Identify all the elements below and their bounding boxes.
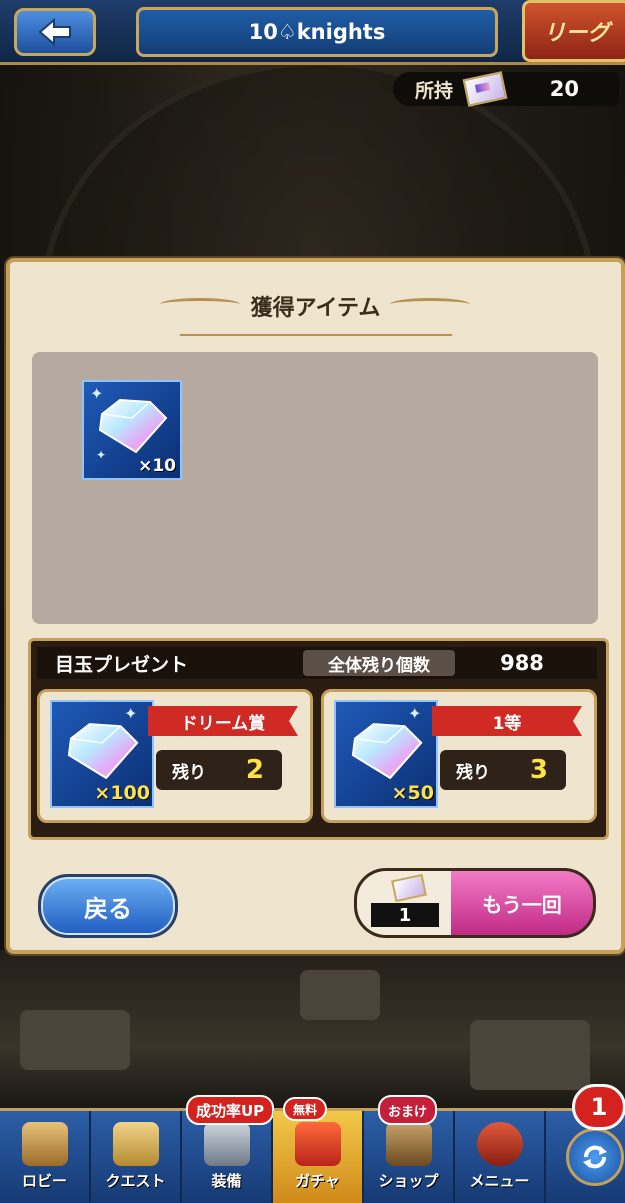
- prize-remaining: 残り 3: [440, 750, 566, 790]
- back-button[interactable]: 戻る: [38, 874, 178, 938]
- sparkle-icon: ✦: [90, 384, 104, 403]
- background-rock: [20, 1010, 130, 1070]
- prize-quantity: ×100: [94, 782, 150, 804]
- page-title: 10♤knights: [136, 7, 498, 57]
- obtained-items-area: ✦ ✦ ×10: [32, 352, 598, 624]
- shop-icon: [385, 1122, 432, 1166]
- menu-icon: [476, 1122, 523, 1166]
- item-gem-tile[interactable]: ✦ ✦ ×10: [82, 380, 182, 480]
- bonus-badge: おまけ: [378, 1095, 438, 1125]
- draw-cost-count: 1: [371, 903, 439, 927]
- gacha-icon: [294, 1122, 341, 1166]
- nav-shop[interactable]: おまけ ショップ: [364, 1095, 455, 1203]
- draw-cost: 1: [357, 871, 451, 935]
- owned-label: 所持: [415, 79, 454, 102]
- draw-again-button[interactable]: 1 もう一回: [354, 868, 596, 938]
- present-header: 目玉プレゼント 全体残り個数 988: [37, 647, 597, 679]
- refresh-button[interactable]: [566, 1128, 624, 1186]
- nav-quest[interactable]: クエスト: [91, 1111, 182, 1203]
- prize-gem-tile: ✦ ×100: [50, 700, 154, 808]
- nav-gacha[interactable]: 無料 ガチャ: [273, 1097, 364, 1203]
- nav-label: ロビー: [21, 1172, 67, 1190]
- nav-label: メニュー: [469, 1172, 530, 1190]
- back-arrow-button[interactable]: [14, 8, 96, 56]
- sparkle-icon: ✦: [408, 704, 422, 723]
- quest-icon: [112, 1122, 159, 1166]
- ticket-icon: [391, 873, 427, 903]
- prize-remaining-value: 2: [245, 755, 264, 785]
- nav-label: ショップ: [378, 1172, 439, 1190]
- prize-remaining-label: 残り: [456, 762, 490, 783]
- present-title: 目玉プレゼント: [55, 653, 189, 676]
- gem-icon: [67, 723, 139, 780]
- equipment-icon: [203, 1122, 250, 1166]
- success-rate-badge: 成功率UP: [186, 1095, 275, 1125]
- background-rock: [300, 970, 380, 1020]
- free-badge: 無料: [283, 1097, 328, 1121]
- prize-remaining-value: 3: [529, 755, 548, 785]
- item-quantity: ×10: [138, 456, 176, 476]
- total-remaining-value: 988: [500, 651, 544, 675]
- prize-remaining-label: 残り: [172, 762, 206, 783]
- prize-name: ドリーム賞: [148, 706, 298, 736]
- total-remaining-label: 全体残り個数: [303, 650, 455, 676]
- prize-card-dream: ✦ ×100 ドリーム賞 残り 2: [37, 689, 313, 823]
- prize-gem-tile: ✦ ×50: [334, 700, 438, 808]
- nav-label: クエスト: [105, 1172, 166, 1190]
- nav-label: 装備: [211, 1172, 242, 1190]
- background-rock: [470, 1020, 590, 1090]
- panel-title: 獲得アイテム: [250, 296, 381, 321]
- notification-badge: 1: [572, 1084, 625, 1130]
- nav-menu[interactable]: メニュー: [455, 1111, 546, 1203]
- prize-name: 1等: [432, 706, 582, 736]
- arrow-left-icon: [38, 18, 71, 46]
- prize-quantity: ×50: [391, 782, 434, 804]
- featured-present-section: 目玉プレゼント 全体残り個数 988 ✦ ×100 ドリーム賞 残り 2 ✦ ×…: [28, 638, 609, 840]
- title-divider: [180, 334, 452, 336]
- top-bar: 10♤knights リーグ: [0, 0, 625, 65]
- owned-count: 20: [549, 77, 579, 101]
- prize-remaining: 残り 2: [156, 750, 282, 790]
- result-panel: 獲得アイテム ✦ ✦ ×10 目玉プレゼント 全体残り個数 988 ✦ ×100…: [6, 258, 625, 954]
- prize-card-first: ✦ ×50 1等 残り 3: [321, 689, 597, 823]
- nav-lobby[interactable]: ロビー: [0, 1111, 91, 1203]
- bottom-nav: ロビー クエスト 成功率UP 装備 無料 ガチャ おまけ ショップ メニュー: [0, 1095, 625, 1203]
- ticket-icon: [462, 71, 508, 107]
- league-button[interactable]: リーグ: [522, 0, 625, 62]
- draw-again-label: もう一回: [451, 871, 593, 935]
- sparkle-icon: ✦: [124, 704, 138, 723]
- sparkle-icon: ✦: [96, 448, 107, 462]
- gem-icon: [351, 723, 423, 780]
- lobby-icon: [21, 1122, 68, 1166]
- owned-tickets: 所持 20: [393, 71, 619, 107]
- nav-equipment[interactable]: 成功率UP 装備: [182, 1095, 275, 1203]
- refresh-icon: [583, 1145, 607, 1169]
- gem-icon: [98, 398, 168, 454]
- nav-label: ガチャ: [295, 1172, 340, 1190]
